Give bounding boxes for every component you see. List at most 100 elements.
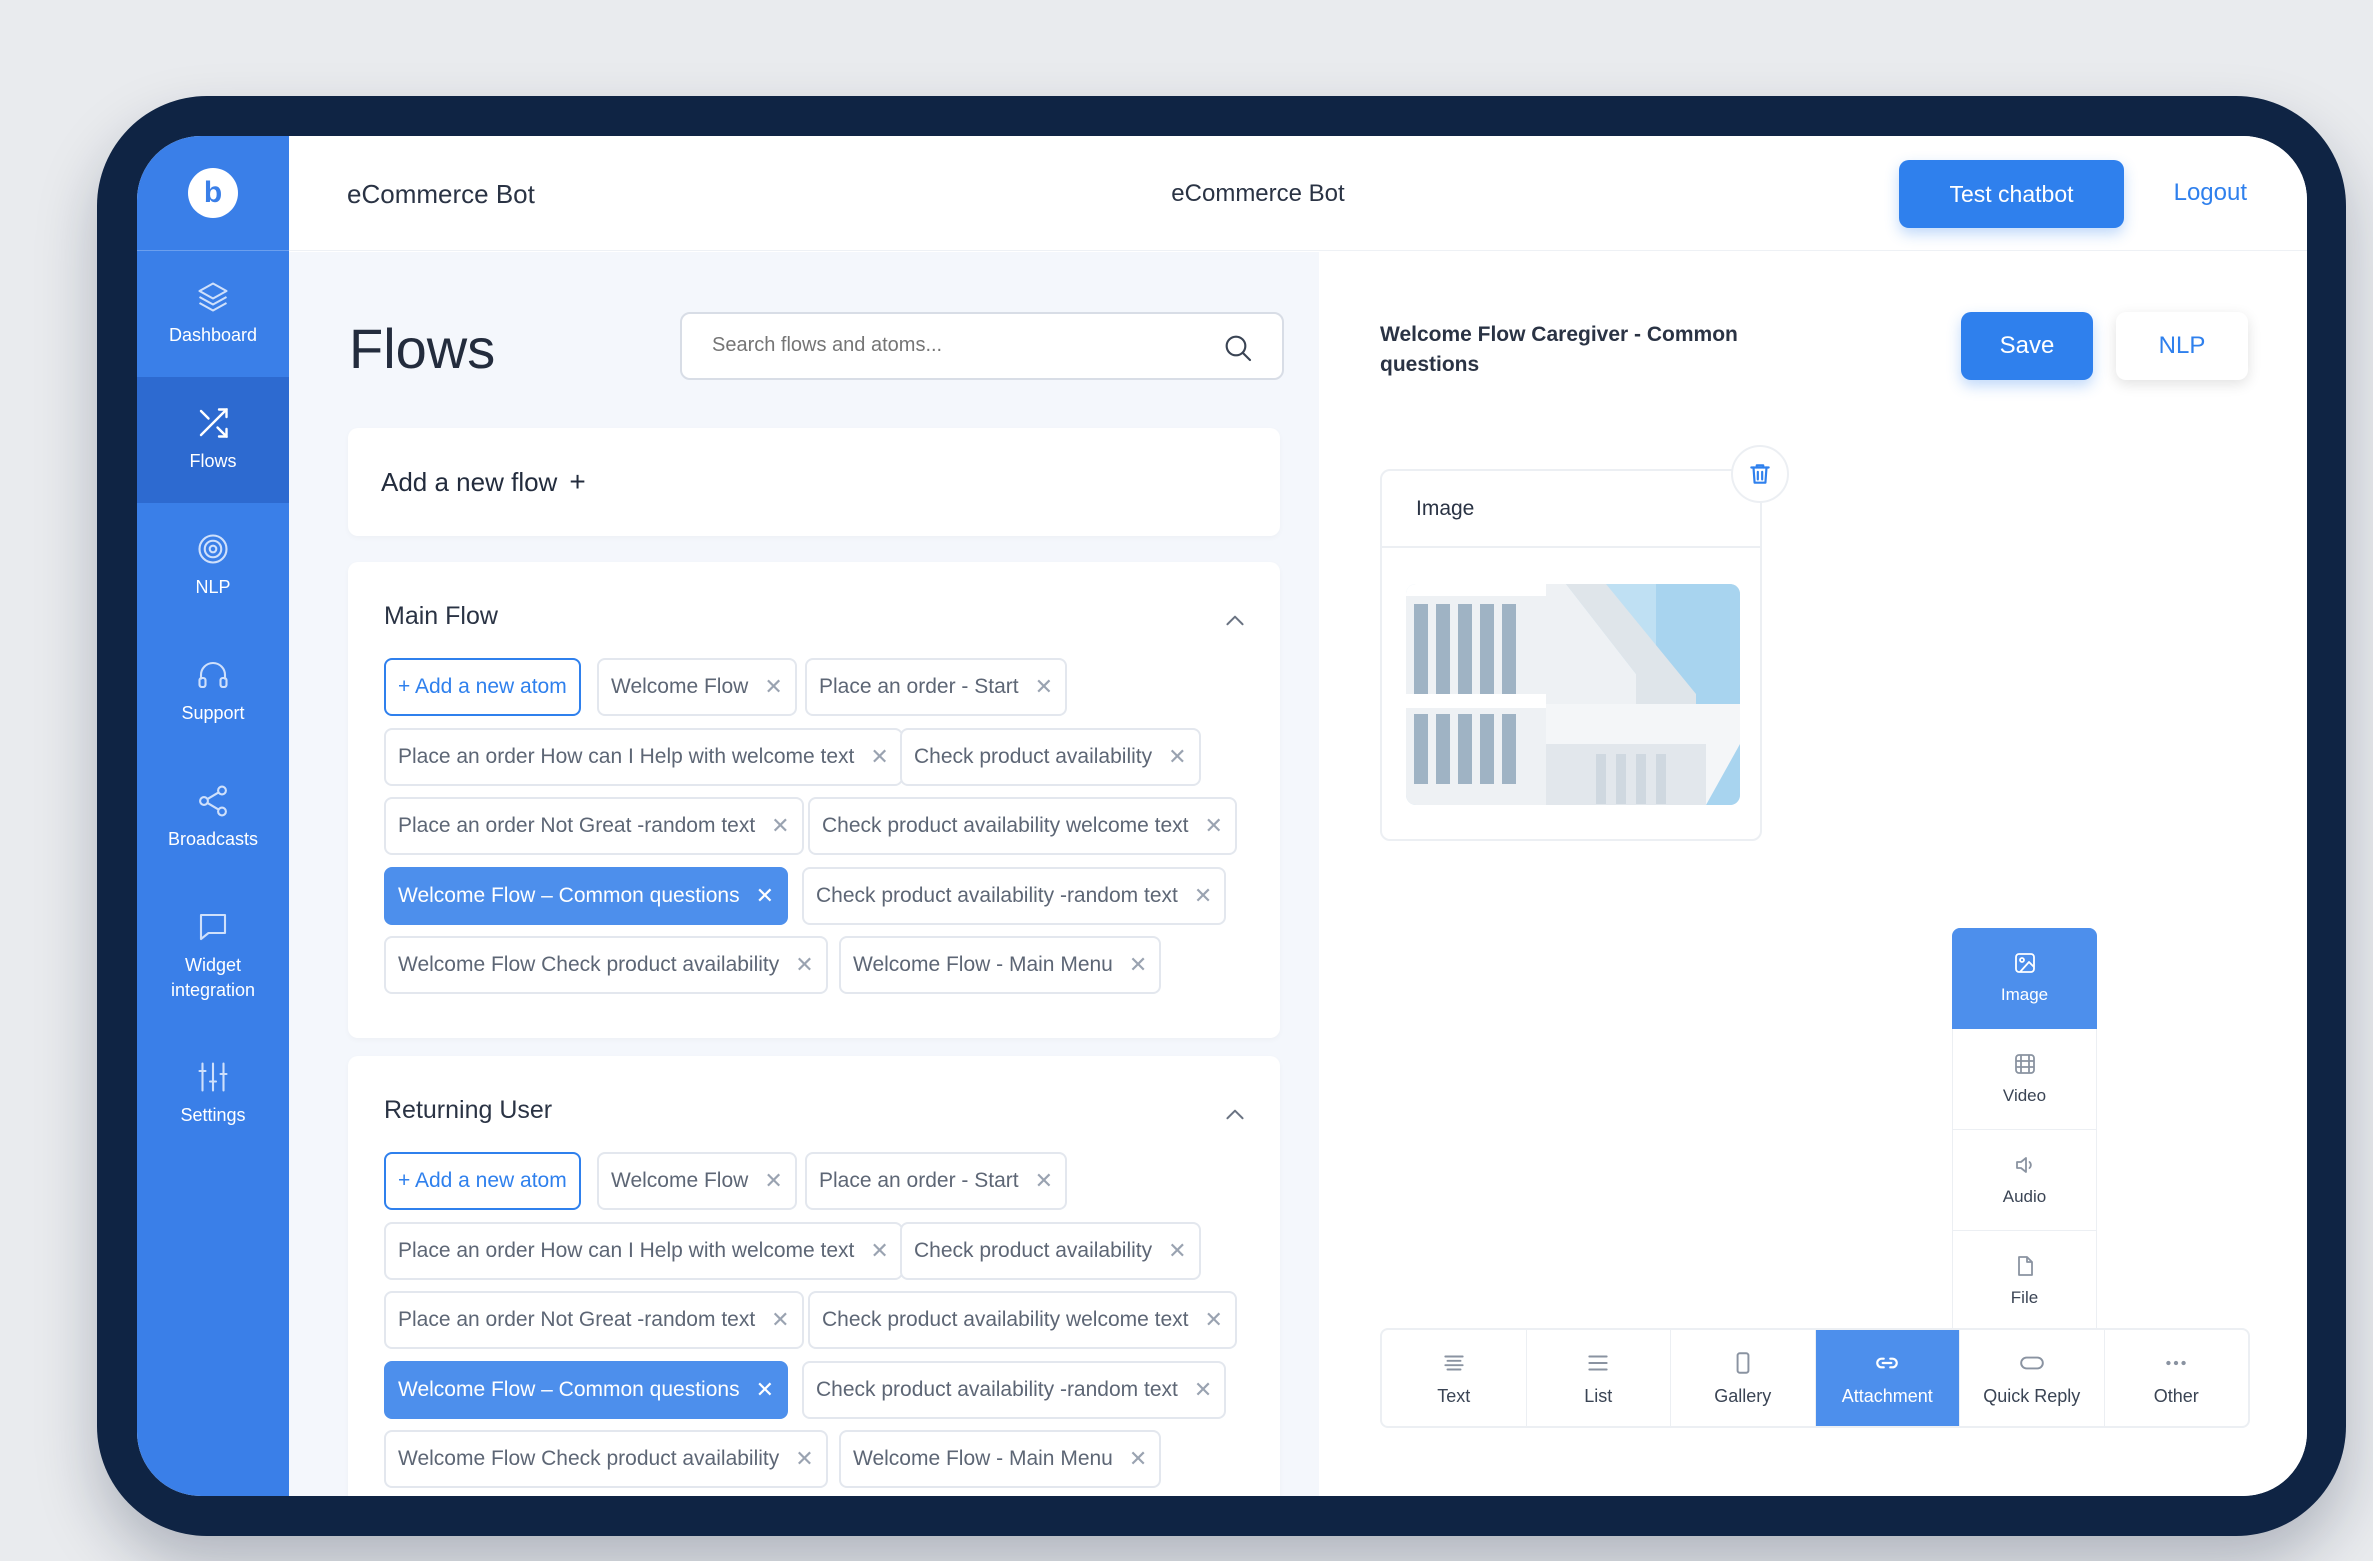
close-icon[interactable]: ✕ <box>1035 674 1053 700</box>
sidebar-item-widget-integration[interactable]: Widget integration <box>137 881 289 1031</box>
more-icon <box>2166 1360 2186 1365</box>
target-icon <box>198 534 228 564</box>
atom-tag-label: Welcome Flow <box>611 675 749 698</box>
atom-tag[interactable]: Welcome Flow - Main Menu ✕ <box>839 1430 1162 1488</box>
close-icon[interactable]: ✕ <box>1194 1377 1212 1403</box>
close-icon[interactable]: ✕ <box>771 1307 789 1333</box>
atom-tag[interactable]: Place an order - Start ✕ <box>805 1152 1068 1210</box>
sidebar-item-settings[interactable]: Settings <box>137 1031 289 1157</box>
image-card-title: Image <box>1382 471 1760 548</box>
search-icon[interactable] <box>1222 332 1254 364</box>
atom-tag[interactable]: Check product availability -random text ✕ <box>802 867 1227 925</box>
close-icon[interactable]: ✕ <box>870 744 888 770</box>
atom-tag-label: Place an order Not Great -random text <box>398 814 756 837</box>
sidebar-item-nlp[interactable]: NLP <box>137 503 289 629</box>
close-icon[interactable]: ✕ <box>1205 1307 1223 1333</box>
close-icon[interactable]: ✕ <box>1129 952 1147 978</box>
atom-tag[interactable]: Welcome Flow ✕ <box>597 1152 797 1210</box>
atom-tag-label: Place an order - Start <box>819 675 1019 698</box>
atom-tag[interactable]: Welcome Flow ✕ <box>597 658 797 716</box>
atom-tag[interactable]: Place an order Not Great -random text ✕ <box>384 1291 804 1349</box>
building-image <box>1406 584 1740 805</box>
atom-tag[interactable]: Check product availability ✕ <box>900 1222 1201 1280</box>
pill-icon <box>2019 1356 2044 1369</box>
atom-tag[interactable]: Place an order - Start ✕ <box>805 658 1068 716</box>
atom-tag-selected[interactable]: Welcome Flow – Common questions ✕ <box>384 867 789 925</box>
atom-tag[interactable]: Check product availability -random text ✕ <box>802 1361 1227 1419</box>
attachment-option-video[interactable]: Video <box>1952 1029 2097 1130</box>
close-icon[interactable]: ✕ <box>771 813 789 839</box>
atom-tag-list: + Add a new atom Welcome Flow ✕ Place an … <box>384 658 1264 1008</box>
chevron-up-icon[interactable] <box>1222 608 1248 634</box>
toolbar-label: Gallery <box>1714 1385 1772 1406</box>
atom-tag[interactable]: Welcome Flow - Main Menu ✕ <box>839 936 1162 994</box>
close-icon[interactable]: ✕ <box>1129 1446 1147 1472</box>
delete-atom-button[interactable] <box>1731 445 1789 503</box>
close-icon[interactable]: ✕ <box>756 1377 774 1403</box>
atom-tag[interactable]: Place an order How can I Help with welco… <box>384 728 903 786</box>
toolbar-attachment-button[interactable]: Attachment <box>1815 1330 1960 1426</box>
add-flow-button[interactable]: Add a new flow + <box>348 428 1280 536</box>
plus-icon: + <box>569 466 586 497</box>
sidebar-item-label: Support <box>181 703 245 724</box>
toolbar-list-button[interactable]: List <box>1527 1330 1671 1426</box>
attachment-option-file[interactable]: File <box>1952 1231 2097 1332</box>
flow-group-main: Main Flow + Add a new atom Welcome Flow ✕… <box>348 562 1280 1038</box>
toolbar-gallery-button[interactable]: Gallery <box>1671 1330 1816 1426</box>
add-atom-button[interactable]: + Add a new atom <box>384 1152 581 1210</box>
close-icon[interactable]: ✕ <box>1168 744 1186 770</box>
close-icon[interactable]: ✕ <box>870 1238 888 1264</box>
flow-group-title: Main Flow <box>384 602 498 630</box>
toolbar-label: List <box>1584 1385 1613 1406</box>
sliders-icon <box>198 1062 228 1092</box>
atom-tag-selected[interactable]: Welcome Flow – Common questions ✕ <box>384 1361 789 1419</box>
sidebar-item-support[interactable]: Support <box>137 629 289 755</box>
add-atom-button[interactable]: + Add a new atom <box>384 658 581 716</box>
save-button[interactable]: Save <box>1961 312 2093 380</box>
close-icon[interactable]: ✕ <box>764 1168 782 1194</box>
atom-tag-label: Check product availability -random text <box>816 884 1178 907</box>
logout-link[interactable]: Logout <box>2174 179 2247 207</box>
atom-tag[interactable]: Check product availability welcome text ✕ <box>808 1291 1237 1349</box>
speaker-icon <box>2015 1157 2032 1173</box>
sidebar-item-flows[interactable]: Flows <box>137 377 289 503</box>
attachment-option-audio[interactable]: Audio <box>1952 1130 2097 1231</box>
brand-logo[interactable]: b <box>188 168 238 218</box>
close-icon[interactable]: ✕ <box>795 1446 813 1472</box>
image-atom-card[interactable]: Image <box>1380 469 1762 841</box>
search-input[interactable] <box>712 334 1212 357</box>
atom-tag-label: Place an order How can I Help with welco… <box>398 745 855 768</box>
atom-tag[interactable]: Place an order How can I Help with welco… <box>384 1222 903 1280</box>
sidebar-item-broadcasts[interactable]: Broadcasts <box>137 755 289 881</box>
close-icon[interactable]: ✕ <box>1194 883 1212 909</box>
close-icon[interactable]: ✕ <box>1205 813 1223 839</box>
close-icon[interactable]: ✕ <box>1168 1238 1186 1264</box>
atom-tag[interactable]: Welcome Flow Check product availability ✕ <box>384 1430 828 1488</box>
close-icon[interactable]: ✕ <box>764 674 782 700</box>
toolbar-quick-reply-button[interactable]: Quick Reply <box>1960 1330 2105 1426</box>
shuffle-icon <box>199 408 228 439</box>
atom-tag[interactable]: Welcome Flow Check product availability ✕ <box>384 936 828 994</box>
close-icon[interactable]: ✕ <box>795 952 813 978</box>
chevron-up-icon[interactable] <box>1222 1102 1248 1128</box>
logo-area: b <box>137 136 289 251</box>
close-icon[interactable]: ✕ <box>756 883 774 909</box>
text-lines-icon <box>1444 1355 1464 1370</box>
nlp-button[interactable]: NLP <box>2116 312 2248 380</box>
trash-icon <box>1750 464 1770 484</box>
atom-tag[interactable]: Check product availability welcome text ✕ <box>808 797 1237 855</box>
toolbar-text-button[interactable]: Text <box>1382 1330 1527 1426</box>
layers-icon <box>198 282 228 312</box>
attachment-option-image[interactable]: Image <box>1952 928 2097 1029</box>
atom-tag[interactable]: Place an order Not Great -random text ✕ <box>384 797 804 855</box>
toolbar-label: Other <box>2153 1385 2199 1406</box>
close-icon[interactable]: ✕ <box>1035 1168 1053 1194</box>
atom-tag[interactable]: Check product availability ✕ <box>900 728 1201 786</box>
atom-tag-label: Welcome Flow – Common questions <box>398 884 740 907</box>
atom-tag-label: Welcome Flow Check product availability <box>398 1447 780 1470</box>
flow-group-returning-user: Returning User + Add a new atom Welcome … <box>348 1056 1280 1496</box>
file-icon <box>2017 1256 2033 1276</box>
toolbar-other-button[interactable]: Other <box>2105 1330 2249 1426</box>
test-chatbot-button[interactable]: Test chatbot <box>1899 160 2124 228</box>
sidebar-item-dashboard[interactable]: Dashboard <box>137 251 289 377</box>
